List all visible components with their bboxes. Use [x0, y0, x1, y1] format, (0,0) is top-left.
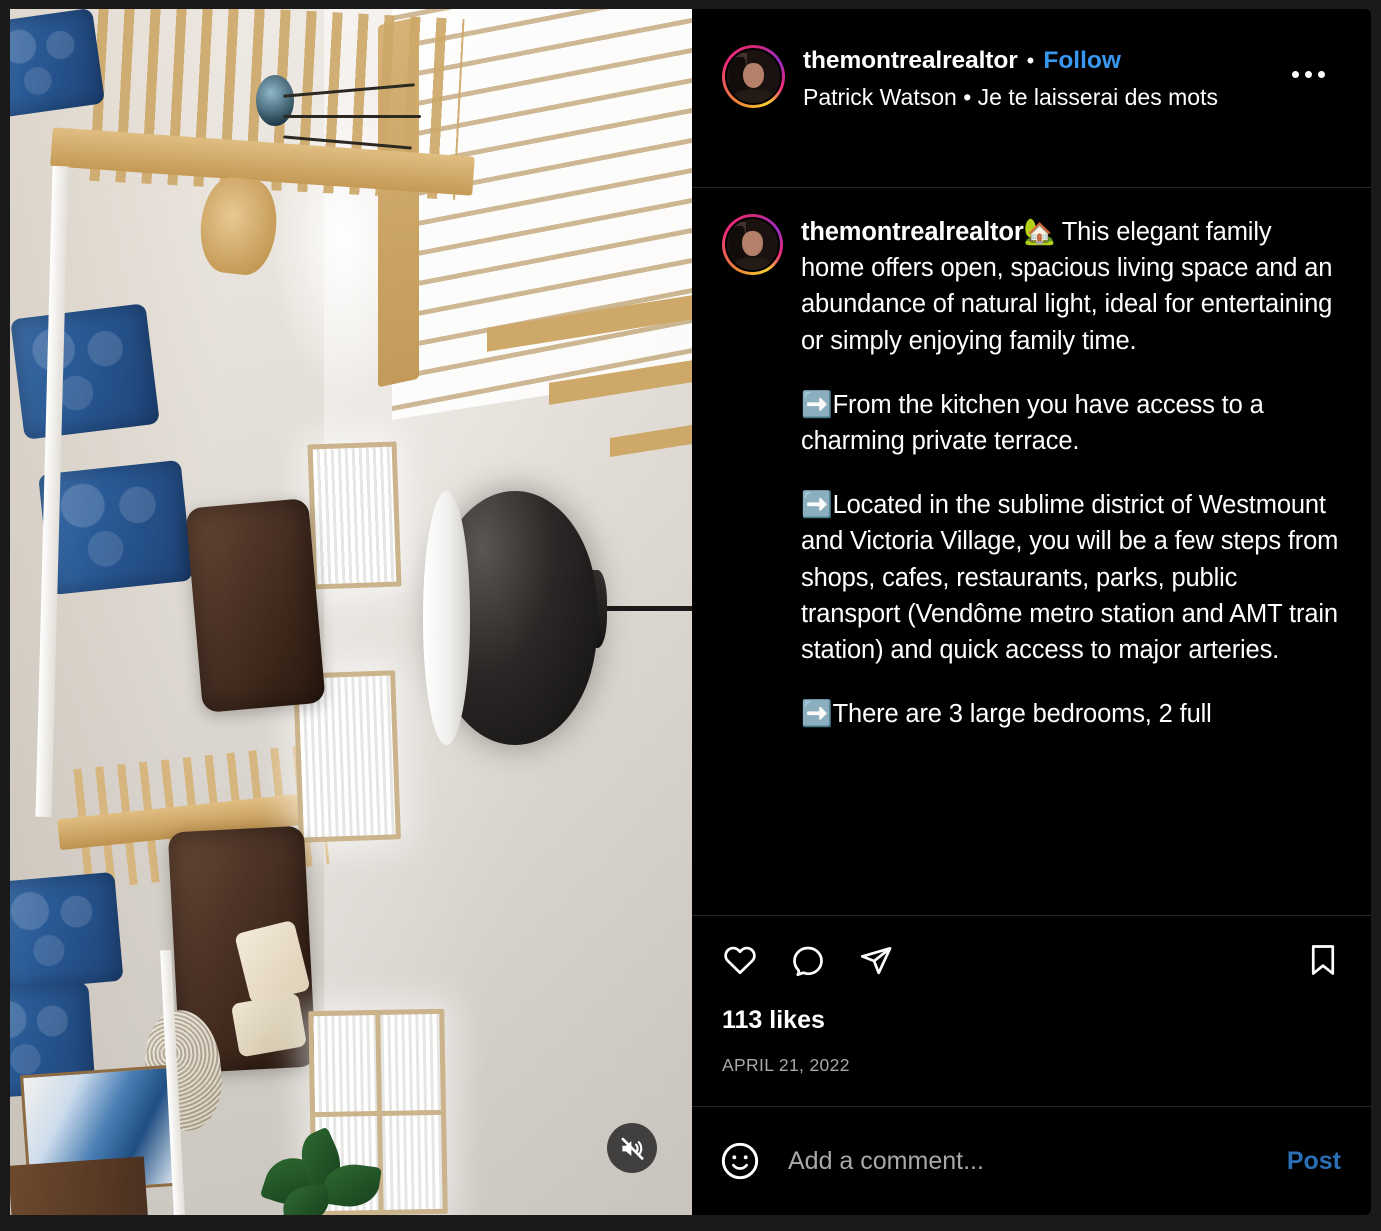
instagram-post-frame: themontrealrealtor • Follow Patrick Wats… [0, 0, 1381, 1231]
ellipsis-dot-icon [1318, 71, 1325, 78]
house-with-garden-emoji: 🏡 [1023, 217, 1056, 247]
scene-plant [256, 1119, 392, 1215]
follow-button[interactable]: Follow [1043, 47, 1121, 76]
scene-blue-chair [38, 460, 194, 596]
caption-paragraph: ➡️From the kitchen you have access to a … [801, 387, 1341, 459]
caption-paragraph-4-text: There are 3 large bedrooms, 2 full [832, 700, 1212, 729]
author-avatar[interactable] [722, 45, 785, 108]
share-paper-plane-icon [860, 946, 892, 975]
smiley-face-icon [721, 1142, 759, 1180]
bookmark-icon [1311, 945, 1335, 975]
caption-paragraph-2-text: From the kitchen you have access to a ch… [801, 390, 1264, 456]
right-arrow-emoji: ➡️ [801, 389, 833, 420]
scene-pendant-rim [422, 491, 471, 745]
speaker-muted-icon [621, 1137, 643, 1160]
emoji-picker-button[interactable] [718, 1139, 762, 1183]
action-icons-row [722, 942, 1341, 978]
heart-icon [724, 946, 756, 975]
caption-username[interactable]: themontrealrealtor [801, 218, 1024, 246]
more-options-button[interactable] [1292, 71, 1325, 78]
header-separator: • [1026, 48, 1035, 73]
post-header: themontrealrealtor • Follow Patrick Wats… [692, 9, 1371, 188]
caption-region[interactable]: themontrealrealtor🏡 This elegant family … [692, 188, 1371, 916]
caption-paragraph: ➡️Located in the sublime district of Wes… [801, 487, 1341, 668]
save-button[interactable] [1305, 942, 1341, 978]
author-username[interactable]: themontrealrealtor [803, 47, 1018, 76]
comment-composer: Post [692, 1106, 1371, 1215]
scene-leather-sofa [185, 498, 326, 714]
action-bar: 113 likes APRIL 21, 2022 [692, 916, 1371, 1106]
avatar-image [725, 217, 780, 272]
caption-paragraph: ➡️There are 3 large bedrooms, 2 full [801, 696, 1341, 732]
right-arrow-emoji: ➡️ [801, 699, 833, 730]
post-date: APRIL 21, 2022 [722, 1055, 850, 1075]
header-username-row: themontrealrealtor • Follow [803, 47, 1292, 76]
post-comment-button[interactable]: Post [1287, 1147, 1341, 1176]
scene-window [307, 441, 402, 590]
comment-input[interactable] [788, 1146, 1287, 1176]
caption-author-avatar[interactable] [722, 214, 783, 275]
comment-button[interactable] [790, 942, 826, 978]
scene-blue-chair [10, 9, 105, 119]
caption-paragraph-3-text: Located in the sublime district of Westm… [801, 491, 1339, 665]
caption-paragraph: themontrealrealtor🏡 This elegant family … [801, 214, 1341, 359]
comment-bubble-icon [793, 946, 823, 977]
likes-count[interactable]: 113 likes [722, 1006, 1341, 1035]
caption-text: themontrealrealtor🏡 This elegant family … [801, 214, 1341, 732]
post-video-frame[interactable] [10, 9, 692, 1215]
like-button[interactable] [722, 942, 758, 978]
right-arrow-emoji: ➡️ [801, 490, 833, 521]
post-media-pane[interactable] [10, 9, 692, 1215]
scene-ceiling-fixture-arms [282, 57, 433, 202]
scene-blue-chair [10, 302, 161, 439]
ellipsis-dot-icon [1292, 71, 1299, 78]
share-button[interactable] [858, 942, 894, 978]
audio-attribution[interactable]: Patrick Watson • Je te laisserai des mot… [803, 82, 1292, 112]
avatar-image [725, 48, 782, 105]
mute-toggle-button[interactable] [607, 1123, 657, 1173]
ellipsis-dot-icon [1305, 71, 1312, 78]
scene-blue-chair [10, 872, 124, 991]
post-sidebar: themontrealrealtor • Follow Patrick Wats… [692, 9, 1371, 1215]
header-text-block: themontrealrealtor • Follow Patrick Wats… [803, 45, 1292, 112]
scene-wood-console [10, 1156, 149, 1215]
